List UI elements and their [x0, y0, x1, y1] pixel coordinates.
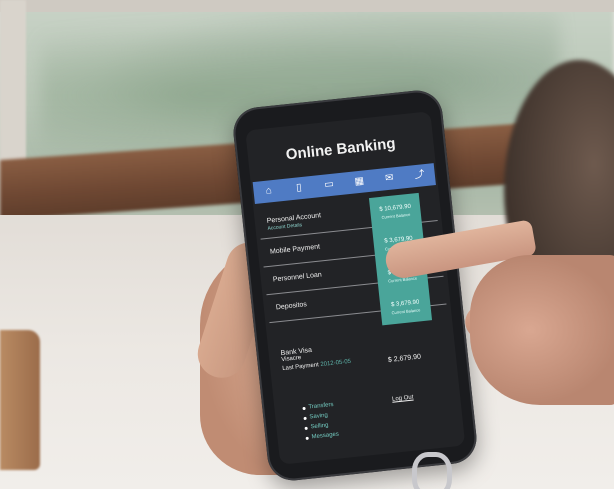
quick-menu: Transfers Saving Selling Messages: [302, 400, 339, 443]
balance-label: Current Balance: [391, 306, 421, 315]
right-hand: [470, 255, 614, 405]
balance-item: $ 10,679.90 Current Balance: [379, 203, 412, 219]
photo-scene: Online Banking ⌂ ▯ ▭ ▦ ✉ ⤴ Personal Acco…: [0, 0, 614, 489]
menu-item-messages[interactable]: Messages: [305, 430, 339, 443]
card-icon[interactable]: ▭: [322, 178, 337, 191]
menu-item-label: Selling: [310, 422, 329, 431]
share-icon[interactable]: ⤴: [412, 169, 427, 182]
smartphone: Online Banking ⌂ ▯ ▭ ▦ ✉ ⤴ Personal Acco…: [230, 88, 480, 483]
app-title: Online Banking: [285, 135, 397, 164]
menu-item-label: Saving: [309, 412, 329, 421]
last-payment-label: Last Payment: [282, 362, 320, 373]
bullet-icon: [303, 416, 307, 420]
calendar-icon[interactable]: ▦: [352, 175, 367, 188]
coffee-cup: [0, 330, 40, 470]
balance-item: $ 3,679.90 Current Balance: [390, 299, 421, 315]
balance-label: Current Balance: [381, 211, 411, 220]
last-payment-date: 2012-05-05: [320, 358, 352, 369]
logout-link[interactable]: Log Out: [392, 395, 414, 403]
bullet-icon: [305, 436, 309, 440]
bullet-icon: [304, 426, 308, 430]
message-icon[interactable]: ✉: [382, 172, 397, 185]
wedding-ring: [412, 452, 452, 489]
wallet-icon[interactable]: ▯: [291, 182, 306, 195]
bank-card-block: Bank Visa Visacre Last Payment 2012-05-0…: [280, 332, 451, 372]
window-frame-top: [0, 0, 614, 12]
menu-item-label: Messages: [311, 431, 340, 441]
home-icon[interactable]: ⌂: [261, 185, 276, 198]
bullet-icon: [302, 406, 306, 410]
phone-screen: Online Banking ⌂ ▯ ▭ ▦ ✉ ⤴ Personal Acco…: [245, 111, 466, 465]
